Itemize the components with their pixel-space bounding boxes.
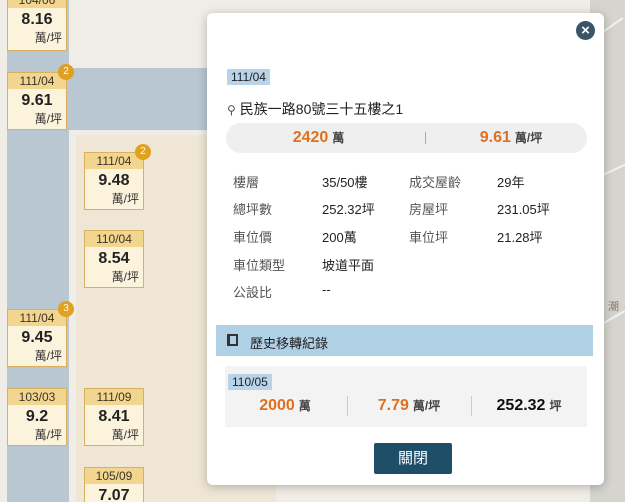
history-unit-price-unit: 萬/坪 (412, 399, 441, 413)
history-total-price: 2000 萬 (225, 397, 345, 415)
map-street-label: 潮 (608, 301, 619, 313)
marker-date: 111/04 (8, 310, 66, 326)
marker-price: 8.41 (98, 408, 130, 425)
total-area-value: 252.32坪 (322, 202, 375, 217)
public-ratio-label: 公設比 (233, 285, 273, 300)
floor-label: 樓層 (233, 175, 260, 190)
marker-date: 110/04 (85, 231, 143, 247)
price-marker[interactable]: 103/03 9.2 萬/坪 (7, 388, 67, 446)
transaction-detail-modal: × 111/04 ⚲ 民族一路80號三十五樓之1 2420 萬 9.61 萬/坪 樓層… (207, 13, 604, 485)
marker-price: 9.61 (21, 92, 53, 109)
parking-area-value: 21.28坪 (497, 230, 543, 245)
marker-date: 111/04 (85, 153, 143, 169)
marker-price: 8.54 (98, 250, 130, 267)
price-marker[interactable]: 105/09 7.07 (84, 467, 144, 502)
marker-unit: 萬/坪 (111, 192, 139, 206)
marker-unit: 萬/坪 (34, 349, 62, 363)
count-badge: 3 (58, 301, 74, 317)
age-label: 成交屋齡 (409, 175, 462, 190)
price-marker[interactable]: 111/04 9.45 萬/坪 3 (7, 301, 74, 367)
address-text: 民族一路80號三十五樓之1 (239, 101, 404, 117)
history-title: 歷史移轉紀錄 (250, 336, 329, 351)
marker-date: 104/06 (8, 0, 66, 8)
history-unit-price-value: 7.79 (377, 397, 409, 414)
total-price-value: 2420 (292, 129, 329, 146)
marker-price: 9.45 (21, 329, 53, 346)
history-date: 110/05 (228, 374, 272, 390)
history-total-price-unit: 萬 (298, 399, 311, 413)
unit-price: 9.61 萬/坪 (426, 129, 596, 147)
history-area: 252.32 坪 (473, 397, 585, 415)
parking-price-label: 車位價 (233, 230, 273, 245)
address: ⚲ 民族一路80號三十五樓之1 (227, 99, 403, 119)
history-record: 110/05 2000 萬 7.79 萬/坪 252.32 坪 (225, 366, 587, 427)
history-unit-price: 7.79 萬/坪 (349, 397, 469, 415)
total-area-label: 總坪數 (233, 202, 273, 217)
close-x-icon[interactable]: × (576, 21, 595, 40)
marker-price: 7.07 (98, 487, 130, 502)
marker-unit: 萬/坪 (34, 112, 62, 126)
divider (347, 396, 348, 416)
parking-type-value: 坡道平面 (322, 258, 375, 273)
marker-unit: 萬/坪 (111, 428, 139, 442)
history-area-value: 252.32 (496, 397, 546, 414)
close-button[interactable]: 關閉 (374, 443, 452, 474)
transaction-date: 111/04 (227, 69, 270, 85)
price-marker[interactable]: 111/04 9.48 萬/坪 2 (84, 144, 151, 210)
public-ratio-value: -- (322, 282, 331, 297)
count-badge: 2 (135, 144, 151, 160)
history-total-price-value: 2000 (259, 397, 295, 414)
marker-price: 9.2 (25, 408, 49, 425)
floor-value: 35/50樓 (322, 175, 368, 190)
parking-area-label: 車位坪 (409, 230, 449, 245)
parking-price-value: 200萬 (322, 230, 357, 245)
unit-price-value: 9.61 (479, 129, 511, 146)
price-summary: 2420 萬 9.61 萬/坪 (226, 123, 587, 153)
book-icon (227, 334, 238, 346)
total-price-unit: 萬 (332, 131, 345, 145)
building-area-label: 房屋坪 (409, 202, 449, 217)
building-area-value: 231.05坪 (497, 202, 550, 217)
marker-unit: 萬/坪 (111, 270, 139, 284)
marker-date: 103/03 (8, 389, 66, 405)
marker-unit: 萬/坪 (34, 428, 62, 442)
price-marker[interactable]: 111/04 9.61 萬/坪 2 (7, 64, 74, 130)
count-badge: 2 (58, 64, 74, 80)
price-marker[interactable]: 111/09 8.41 萬/坪 (84, 388, 144, 446)
marker-date: 111/04 (8, 73, 66, 89)
history-section-header: 歷史移轉紀錄 (216, 325, 593, 356)
marker-unit: 萬/坪 (34, 31, 62, 45)
price-marker[interactable]: 104/06 8.16 萬/坪 (7, 0, 67, 51)
divider (471, 396, 472, 416)
history-area-unit: 坪 (549, 399, 562, 413)
unit-price-unit: 萬/坪 (514, 131, 543, 145)
marker-price: 9.48 (98, 172, 130, 189)
age-value: 29年 (497, 175, 525, 190)
location-pin-icon: ⚲ (227, 103, 236, 117)
marker-date: 105/09 (85, 468, 143, 484)
price-marker[interactable]: 110/04 8.54 萬/坪 (84, 230, 144, 288)
parking-type-label: 車位類型 (233, 258, 286, 273)
total-price: 2420 萬 (226, 129, 411, 147)
marker-price: 8.16 (21, 11, 53, 28)
marker-date: 111/09 (85, 389, 143, 405)
